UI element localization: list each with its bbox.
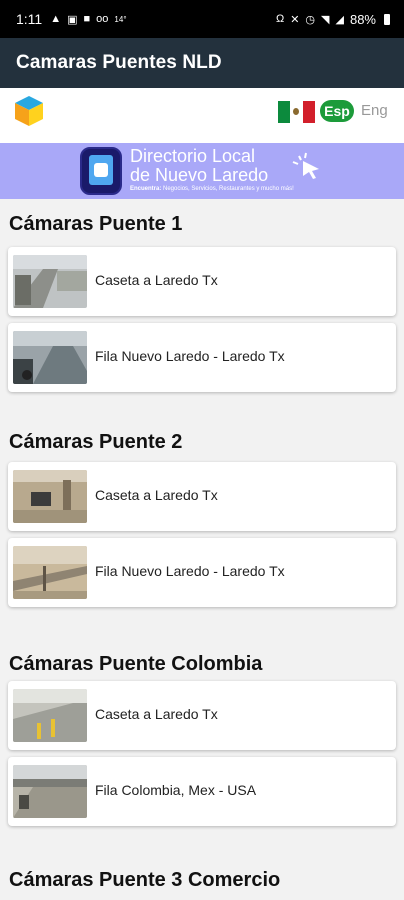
status-temp: 14° xyxy=(114,14,127,24)
mute-icon: ✕ xyxy=(290,13,300,26)
camera-card-puente1-fila[interactable]: Fila Nuevo Laredo - Laredo Tx xyxy=(8,323,396,392)
language-english-button[interactable]: Eng xyxy=(361,102,388,119)
camera-label: Fila Colombia, Mex - USA xyxy=(95,782,257,798)
section-title-puente-colombia: Cámaras Puente Colombia xyxy=(9,653,263,675)
section-title-puente-3-comercio: Cámaras Puente 3 Comercio xyxy=(9,869,281,891)
phone-icon xyxy=(80,147,122,195)
camera-card-puente2-caseta[interactable]: Caseta a Laredo Tx xyxy=(8,462,396,531)
camera-thumbnail xyxy=(13,331,87,384)
status-bar: 1:11 ▲ ▣ ■ oo 14° Ω ✕ ◷ ◥ ◢ 88% xyxy=(0,0,404,38)
banner-title-line2: de Nuevo Laredo xyxy=(130,165,269,185)
camera-label: Fila Nuevo Laredo - Laredo Tx xyxy=(95,563,285,579)
directory-banner[interactable]: Directorio Local de Nuevo Laredo Encuent… xyxy=(0,143,404,199)
video-icon: ■ xyxy=(83,13,91,25)
camera-card-puente1-caseta[interactable]: Caseta a Laredo Tx xyxy=(8,247,396,316)
camera-label: Caseta a Laredo Tx xyxy=(95,272,218,288)
camera-thumbnail xyxy=(13,689,87,742)
app-title: Camaras Puentes NLD xyxy=(16,52,222,73)
pointer-cursor-icon xyxy=(292,152,319,179)
camera-thumbnail xyxy=(13,255,87,308)
camera-list: Cámaras Puente 1 Caseta a Laredo Tx Fila… xyxy=(0,199,404,900)
banner-subtitle-text: Negocios, Servicios, Restaurantes y much… xyxy=(161,186,294,192)
camera-card-colombia-caseta[interactable]: Caseta a Laredo Tx xyxy=(8,681,396,750)
camera-label: Caseta a Laredo Tx xyxy=(95,487,218,503)
camera-card-colombia-fila[interactable]: Fila Colombia, Mex - USA xyxy=(8,757,396,826)
signal-icon: ◢ xyxy=(335,13,344,26)
warning-icon: ▲ xyxy=(50,13,62,25)
section-title-puente-1: Cámaras Puente 1 xyxy=(9,213,183,235)
banner-title-line1: Directorio Local xyxy=(130,146,256,166)
wifi-icon: ◥ xyxy=(321,13,330,26)
camera-thumbnail xyxy=(13,765,87,818)
camera-label: Fila Nuevo Laredo - Laredo Tx xyxy=(95,348,285,364)
section-title-puente-2: Cámaras Puente 2 xyxy=(9,431,183,453)
app-bar: Camaras Puentes NLD xyxy=(0,38,404,88)
headphones-icon: Ω xyxy=(275,13,285,25)
alarm-icon: ◷ xyxy=(305,13,316,26)
battery-icon xyxy=(384,13,390,25)
status-time: 1:11 xyxy=(16,11,43,27)
banner-subtitle: Encuentra: Negocios, Servicios, Restaura… xyxy=(130,186,294,192)
language-bar: Esp Eng xyxy=(0,88,404,143)
banner-subtitle-bold: Encuentra: xyxy=(130,186,162,192)
image-icon: ▣ xyxy=(67,13,78,26)
language-spanish-button[interactable]: Esp xyxy=(320,100,354,122)
camera-thumbnail xyxy=(13,546,87,599)
camera-thumbnail xyxy=(13,470,87,523)
camera-card-puente2-fila[interactable]: Fila Nuevo Laredo - Laredo Tx xyxy=(8,538,396,607)
mexico-flag-icon[interactable] xyxy=(278,101,315,123)
battery-percent: 88% xyxy=(349,11,376,27)
camera-label: Caseta a Laredo Tx xyxy=(95,706,218,722)
voicemail-icon: oo xyxy=(96,13,109,25)
cube-logo-icon xyxy=(15,96,43,126)
